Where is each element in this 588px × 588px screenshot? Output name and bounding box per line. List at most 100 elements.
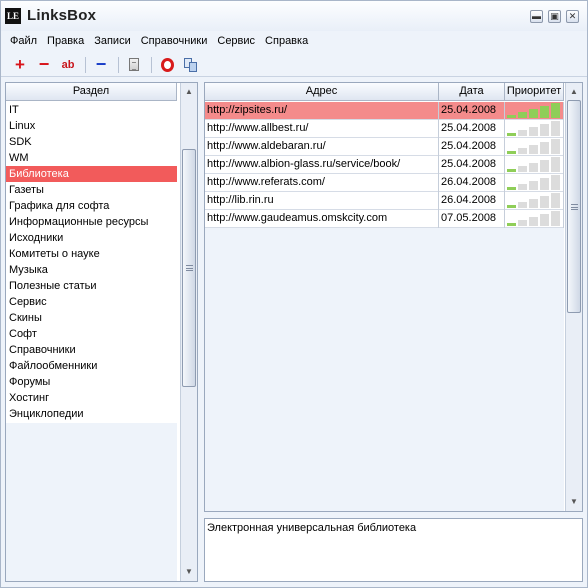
- table-row[interactable]: http://www.referats.com/26.04.2008: [205, 174, 564, 192]
- priority-bar: [507, 115, 516, 118]
- blue-minus-icon: −: [95, 53, 107, 74]
- table-row[interactable]: http://lib.rin.ru 26.04.2008: [205, 192, 564, 210]
- close-button[interactable]: ✕: [566, 10, 579, 23]
- menu-edit[interactable]: Правка: [42, 32, 89, 52]
- section-item[interactable]: WM: [6, 150, 177, 166]
- link-url[interactable]: http://lib.rin.ru: [205, 192, 439, 210]
- grip-icon: [186, 265, 193, 271]
- section-item[interactable]: Комитеты о науке: [6, 246, 177, 262]
- add-button[interactable]: +: [9, 55, 31, 75]
- section-item[interactable]: Полезные статьи: [6, 278, 177, 294]
- priority-bar: [529, 181, 538, 190]
- menu-records[interactable]: Записи: [89, 32, 136, 52]
- priority-meter[interactable]: [505, 192, 564, 210]
- links-empty-area: [205, 228, 564, 511]
- table-row[interactable]: http://www.albion-glass.ru/service/book/…: [205, 156, 564, 174]
- sections-scrollbar[interactable]: ▲ ▼: [180, 83, 197, 581]
- priority-bar: [551, 139, 560, 154]
- scroll-down-arrow-icon[interactable]: ▼: [566, 494, 582, 510]
- priority-meter[interactable]: [505, 102, 564, 120]
- link-url[interactable]: http://www.albion-glass.ru/service/book/: [205, 156, 439, 174]
- section-item[interactable]: Файлообменники: [6, 358, 177, 374]
- minus-icon: −: [38, 53, 50, 74]
- section-item[interactable]: Исходники: [6, 230, 177, 246]
- section-item[interactable]: Сервис: [6, 294, 177, 310]
- scroll-down-arrow-icon[interactable]: ▼: [181, 564, 197, 580]
- section-item[interactable]: Графика для софта: [6, 198, 177, 214]
- properties-button[interactable]: [123, 55, 145, 75]
- section-item[interactable]: Газеты: [6, 182, 177, 198]
- link-url[interactable]: http://www.referats.com/: [205, 174, 439, 192]
- links-scrollbar[interactable]: ▲ ▼: [565, 83, 582, 511]
- table-row[interactable]: http://zipsites.ru/25.04.2008: [205, 102, 564, 120]
- scroll-thumb[interactable]: [567, 100, 581, 313]
- table-row[interactable]: http://www.gaudeamus.omskcity.com 07.05.2…: [205, 210, 564, 228]
- priority-bar: [518, 148, 527, 154]
- menu-help[interactable]: Справка: [260, 32, 313, 52]
- menu-file[interactable]: Файл: [5, 32, 42, 52]
- link-url[interactable]: http://www.gaudeamus.omskcity.com: [205, 210, 439, 228]
- link-url[interactable]: http://zipsites.ru/: [205, 102, 439, 120]
- link-date: 26.04.2008: [439, 174, 505, 192]
- section-item[interactable]: Хостинг: [6, 390, 177, 406]
- link-url[interactable]: http://www.allbest.ru/: [205, 120, 439, 138]
- maximize-button[interactable]: ▣: [548, 10, 561, 23]
- window-title: LinksBox: [27, 7, 97, 24]
- sections-list: IT Linux SDK WM Библиотека Газеты Графика для …: [6, 102, 177, 422]
- scroll-up-arrow-icon[interactable]: ▲: [566, 84, 582, 100]
- priority-meter[interactable]: [505, 174, 564, 192]
- menu-service[interactable]: Сервис: [212, 32, 260, 52]
- column-header-address[interactable]: Адрес: [205, 83, 439, 101]
- link-date: 25.04.2008: [439, 120, 505, 138]
- title-bar[interactable]: LE LinksBox ▬ ▣ ✕: [1, 1, 587, 31]
- link-url[interactable]: http://www.aldebaran.ru/: [205, 138, 439, 156]
- menu-references[interactable]: Справочники: [136, 32, 213, 52]
- scroll-thumb[interactable]: [182, 149, 196, 387]
- priority-bar: [518, 130, 527, 136]
- priority-bar: [529, 127, 538, 136]
- priority-meter[interactable]: [505, 156, 564, 174]
- section-item[interactable]: Linux: [6, 118, 177, 134]
- table-row[interactable]: http://www.allbest.ru/25.04.2008: [205, 120, 564, 138]
- link-date: 07.05.2008: [439, 210, 505, 228]
- scroll-up-arrow-icon[interactable]: ▲: [181, 84, 197, 100]
- priority-bar: [507, 169, 516, 172]
- description-box[interactable]: Электронная универсальная библиотека: [204, 518, 583, 582]
- link-date: 25.04.2008: [439, 138, 505, 156]
- remove-link-button[interactable]: −: [90, 55, 112, 75]
- section-item[interactable]: IT: [6, 102, 177, 118]
- copy-button[interactable]: [180, 55, 202, 75]
- section-item[interactable]: Скины: [6, 310, 177, 326]
- sections-empty-area: [6, 423, 177, 581]
- menu-bar: Файл Правка Записи Справочники Сервис Сп…: [1, 32, 587, 52]
- section-item[interactable]: Софт: [6, 326, 177, 342]
- section-item[interactable]: Справочники: [6, 342, 177, 358]
- priority-meter[interactable]: [505, 138, 564, 156]
- priority-bar: [507, 133, 516, 136]
- priority-meter[interactable]: [505, 120, 564, 138]
- priority-bar: [507, 151, 516, 154]
- link-date: 26.04.2008: [439, 192, 505, 210]
- minimize-button[interactable]: ▬: [530, 10, 543, 23]
- section-item[interactable]: Библиотека: [6, 166, 177, 182]
- section-item[interactable]: Музыка: [6, 262, 177, 278]
- priority-bar: [551, 193, 560, 208]
- section-item[interactable]: Информационные ресурсы: [6, 214, 177, 230]
- priority-bar: [540, 160, 549, 172]
- delete-button[interactable]: −: [33, 55, 55, 75]
- priority-bar: [518, 166, 527, 172]
- section-item[interactable]: SDK: [6, 134, 177, 150]
- section-item[interactable]: Энциклопедии: [6, 406, 177, 422]
- open-in-opera-button[interactable]: [156, 55, 178, 75]
- column-header-date[interactable]: Дата: [439, 83, 505, 101]
- table-row[interactable]: http://www.aldebaran.ru/25.04.2008: [205, 138, 564, 156]
- priority-meter[interactable]: [505, 210, 564, 228]
- priority-bar: [518, 220, 527, 226]
- sections-header[interactable]: Раздел: [6, 83, 177, 101]
- column-header-priority[interactable]: Приоритет: [505, 83, 564, 101]
- section-item[interactable]: Форумы: [6, 374, 177, 390]
- priority-bar: [551, 121, 560, 136]
- rename-button[interactable]: ab: [57, 55, 79, 75]
- priority-bar: [507, 187, 516, 190]
- document-icon: [129, 58, 139, 71]
